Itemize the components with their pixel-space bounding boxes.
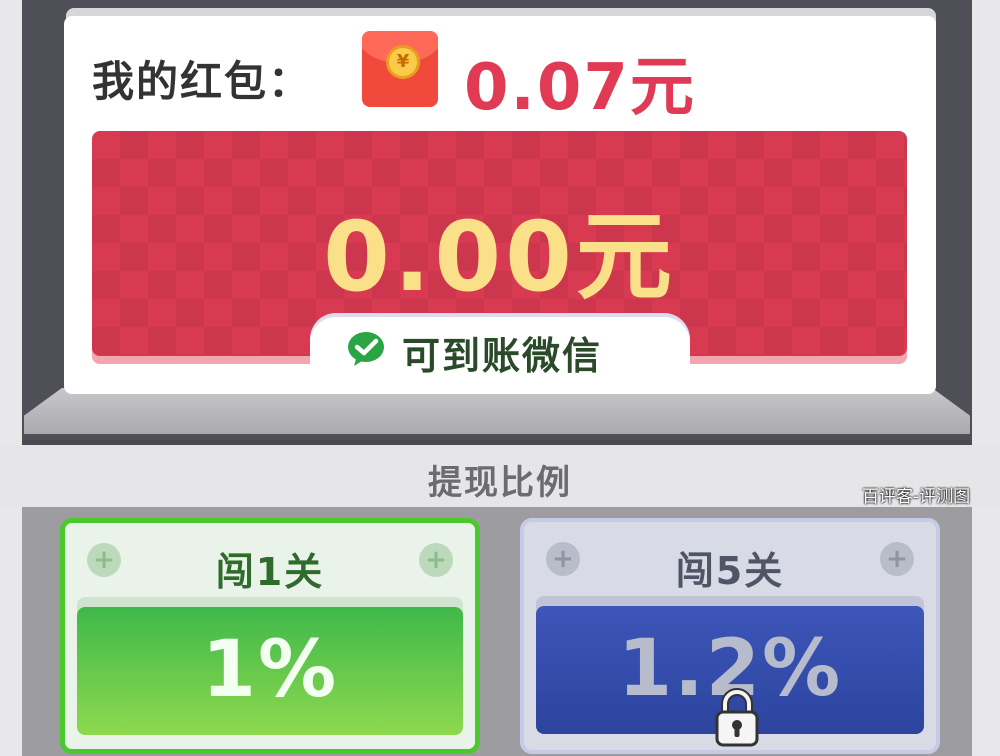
wechat-check-icon xyxy=(348,332,384,366)
red-envelope-icon: ¥ xyxy=(362,31,438,107)
wechat-text: 可到账微信 xyxy=(402,334,603,378)
lock-icon xyxy=(715,688,759,747)
ratio-title: 提现比例 xyxy=(428,463,572,503)
withdraw-panel[interactable]: 0.00元 可到账微信 xyxy=(92,131,907,379)
card-shelf xyxy=(24,388,970,434)
left-frame xyxy=(0,0,22,445)
ratio-section-bar: 提现比例 xyxy=(0,445,1000,507)
level-1-card[interactable]: + + 闯1关 1% xyxy=(60,518,480,754)
watermark: 百评客-评测图 xyxy=(862,487,971,507)
level-5-card[interactable]: + + 闯5关 1.2% xyxy=(520,518,940,754)
level-ratio-panel: 1% xyxy=(77,607,463,735)
level-label: 闯1关 xyxy=(215,550,325,594)
withdraw-amount: 0.00元 xyxy=(323,201,676,313)
wallet-label: 我的红包： xyxy=(92,57,313,106)
wallet-balance: 0.07元 xyxy=(464,51,696,125)
lower-left-frame xyxy=(0,507,22,756)
right-frame xyxy=(972,0,1000,445)
level-percent: 1% xyxy=(201,625,339,715)
level-label: 闯5关 xyxy=(675,549,785,593)
lower-right-frame xyxy=(972,507,1000,756)
wechat-badge: 可到账微信 xyxy=(310,317,690,379)
